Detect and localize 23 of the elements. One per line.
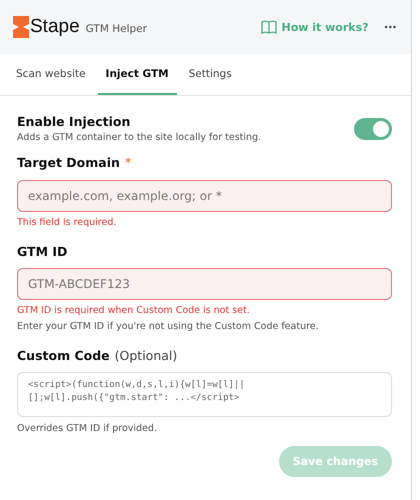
- tab[interactable]: Inject GTM: [98, 54, 177, 95]
- toggle-switch[interactable]: [354, 118, 392, 140]
- tab[interactable]: Settings: [180, 54, 240, 95]
- input-field[interactable]: GTM-ABCDEF123: [17, 268, 392, 300]
- error-text: GTM ID is required when Custom Code is not set.: [17, 305, 251, 316]
- code-field[interactable]: <script>(function(w,d,s,l,i){w[l]=w[l]||[];w[l].push({"gtm.start": ...</script>: [17, 372, 392, 417]
- help-text: Overrides GTM ID if provided.: [17, 423, 158, 434]
- book-icon: [260, 20, 277, 34]
- description-text: Adds a GTM container to the site locally for testing.: [17, 132, 262, 143]
- field-label: GTM ID: [17, 244, 68, 259]
- field-label: Custom Code: [17, 348, 110, 363]
- more-menu-button[interactable]: •••: [384, 22, 397, 32]
- help-text: Enter your GTM ID if you're not using the Custom Code feature.: [17, 321, 320, 332]
- optional-label: (Optional): [114, 348, 178, 363]
- brand-name: Stape: [30, 16, 80, 38]
- field-label: Target Domain: [17, 155, 120, 170]
- tab[interactable]: Scan website: [8, 54, 94, 95]
- required-mark: *: [124, 156, 132, 171]
- error-text: This field is required.: [17, 217, 118, 228]
- input-field[interactable]: example.com, example.org; or *: [17, 180, 392, 212]
- section-title: Enable Injection: [17, 114, 132, 129]
- product-name: GTM Helper: [86, 23, 147, 35]
- logo-icon: [13, 16, 29, 38]
